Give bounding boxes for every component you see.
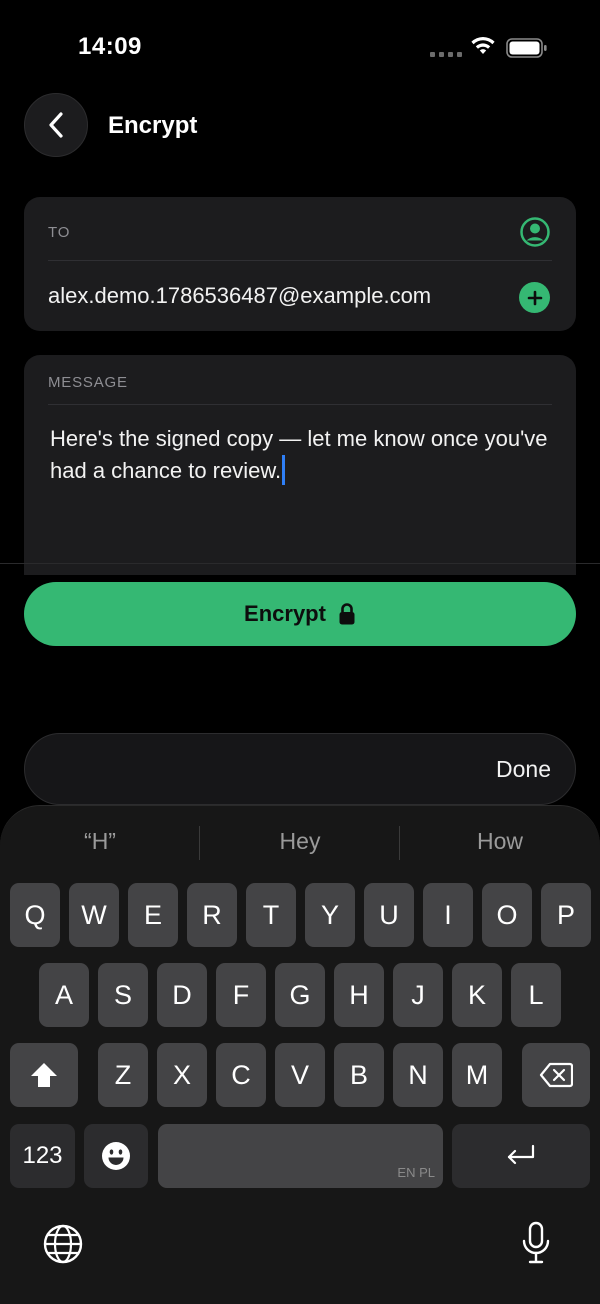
key-q[interactable]: Q bbox=[10, 883, 60, 947]
keyboard-toolbar: Done bbox=[24, 733, 576, 805]
contact-icon[interactable] bbox=[519, 216, 551, 248]
cellular-signal-icon bbox=[430, 52, 462, 57]
suggestion-separator bbox=[199, 826, 200, 860]
key-y[interactable]: Y bbox=[305, 883, 355, 947]
message-text: Here's the signed copy — let me know onc… bbox=[50, 426, 548, 483]
text-caret bbox=[282, 455, 286, 485]
key-f[interactable]: F bbox=[216, 963, 266, 1027]
message-label: MESSAGE bbox=[48, 374, 128, 391]
return-key[interactable] bbox=[452, 1124, 590, 1188]
key-j[interactable]: J bbox=[393, 963, 443, 1027]
space-key[interactable]: EN PL bbox=[158, 1124, 443, 1188]
key-a[interactable]: A bbox=[39, 963, 89, 1027]
key-l[interactable]: L bbox=[511, 963, 561, 1027]
key-t[interactable]: T bbox=[246, 883, 296, 947]
key-n[interactable]: N bbox=[393, 1043, 443, 1107]
key-s[interactable]: S bbox=[98, 963, 148, 1027]
key-k[interactable]: K bbox=[452, 963, 502, 1027]
battery-icon bbox=[506, 38, 547, 58]
key-u[interactable]: U bbox=[364, 883, 414, 947]
microphone-icon[interactable] bbox=[521, 1221, 551, 1265]
done-button[interactable]: Done bbox=[496, 756, 551, 783]
key-p[interactable]: P bbox=[541, 883, 591, 947]
emoji-key[interactable] bbox=[84, 1124, 148, 1188]
key-w[interactable]: W bbox=[69, 883, 119, 947]
backspace-key[interactable] bbox=[522, 1043, 590, 1107]
status-bar: 14:09 bbox=[0, 0, 600, 90]
shift-key[interactable] bbox=[10, 1043, 78, 1107]
suggestion-separator bbox=[399, 826, 400, 860]
key-b[interactable]: B bbox=[334, 1043, 384, 1107]
key-e[interactable]: E bbox=[128, 883, 178, 947]
globe-icon[interactable] bbox=[42, 1223, 84, 1265]
message-input[interactable]: Here's the signed copy — let me know onc… bbox=[50, 423, 550, 487]
keyboard: “H” Hey How Q W E R T Y U I O P A S D F … bbox=[0, 805, 600, 1304]
backspace-icon bbox=[539, 1062, 573, 1088]
to-divider bbox=[48, 260, 552, 261]
numbers-key[interactable]: 123 bbox=[10, 1124, 75, 1188]
emoji-icon bbox=[102, 1142, 130, 1170]
suggestion-3[interactable]: How bbox=[405, 828, 595, 855]
key-c[interactable]: C bbox=[216, 1043, 266, 1107]
suggestion-2[interactable]: Hey bbox=[205, 828, 395, 855]
add-icon bbox=[527, 290, 542, 305]
status-time: 14:09 bbox=[78, 33, 142, 60]
to-label: TO bbox=[48, 224, 71, 241]
key-v[interactable]: V bbox=[275, 1043, 325, 1107]
section-separator bbox=[0, 563, 600, 564]
key-g[interactable]: G bbox=[275, 963, 325, 1027]
suggestion-1[interactable]: “H” bbox=[5, 828, 195, 855]
recipient-field[interactable]: alex.demo.1786536487@example.com bbox=[48, 283, 431, 309]
key-x[interactable]: X bbox=[157, 1043, 207, 1107]
key-d[interactable]: D bbox=[157, 963, 207, 1027]
key-r[interactable]: R bbox=[187, 883, 237, 947]
return-icon bbox=[507, 1144, 535, 1165]
encrypt-button[interactable]: Encrypt bbox=[24, 582, 576, 646]
lock-icon bbox=[339, 603, 355, 625]
key-o[interactable]: O bbox=[482, 883, 532, 947]
back-chevron-icon bbox=[49, 112, 63, 138]
key-z[interactable]: Z bbox=[98, 1043, 148, 1107]
message-divider bbox=[48, 404, 552, 405]
add-recipient-button[interactable] bbox=[519, 282, 550, 313]
encrypt-button-label: Encrypt bbox=[244, 601, 326, 626]
shift-icon bbox=[31, 1063, 57, 1087]
back-button[interactable] bbox=[24, 93, 88, 157]
key-m[interactable]: M bbox=[452, 1043, 502, 1107]
page-title: Encrypt bbox=[108, 112, 198, 139]
space-language-label: EN PL bbox=[397, 1165, 435, 1180]
wifi-icon bbox=[471, 36, 495, 54]
key-h[interactable]: H bbox=[334, 963, 384, 1027]
to-card bbox=[24, 197, 576, 331]
key-i[interactable]: I bbox=[423, 883, 473, 947]
